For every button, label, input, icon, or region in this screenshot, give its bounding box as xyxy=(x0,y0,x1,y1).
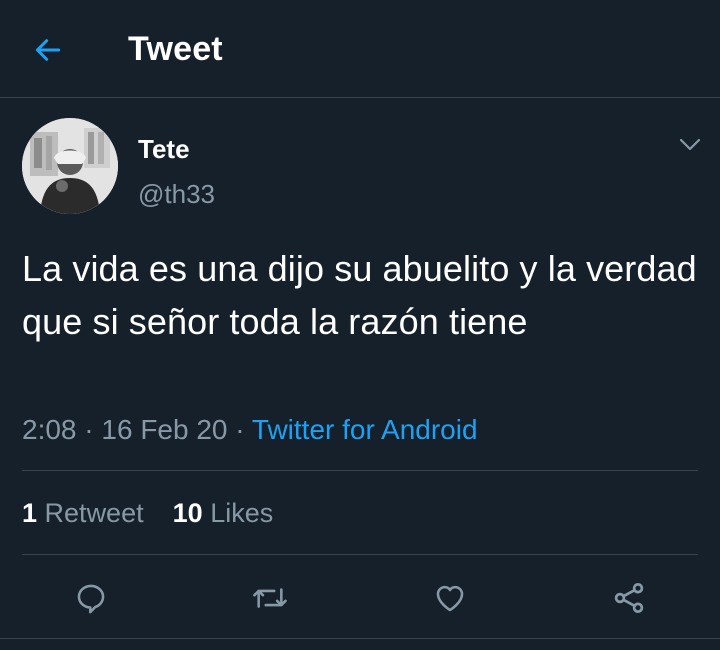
tweet-source-link[interactable]: Twitter for Android xyxy=(252,414,478,445)
divider xyxy=(0,638,720,639)
divider xyxy=(22,470,698,471)
tweet-date: 16 Feb 20 xyxy=(101,414,228,445)
likes-label: Likes xyxy=(210,498,274,528)
reply-button[interactable] xyxy=(69,576,113,620)
retweets-label: Retweet xyxy=(44,498,144,528)
heart-icon xyxy=(436,585,464,612)
tweet-menu-button[interactable] xyxy=(672,130,708,160)
likes-count: 10 xyxy=(172,498,203,528)
likes-stat[interactable]: 10 Likes xyxy=(173,498,274,528)
share-icon xyxy=(614,583,644,613)
meta-separator: · xyxy=(84,414,94,445)
share-button[interactable] xyxy=(607,576,651,620)
back-button[interactable] xyxy=(22,26,74,74)
arrow-left-icon xyxy=(35,39,61,61)
tweet-meta: 2:08 · 16 Feb 20 · Twitter for Android xyxy=(22,414,478,446)
avatar[interactable] xyxy=(22,118,118,214)
retweets-stat[interactable]: 1 Retweet xyxy=(22,498,144,528)
tweet-text: La vida es una dijo su abuelito y la ver… xyxy=(22,248,697,342)
retweets-count: 1 xyxy=(22,498,38,528)
divider xyxy=(22,554,698,555)
page-title: Tweet xyxy=(128,30,223,68)
retweet-icon xyxy=(253,588,287,608)
chevron-down-icon xyxy=(679,138,701,151)
author-name[interactable]: Tete xyxy=(138,134,190,165)
author-handle[interactable]: @th33 xyxy=(138,179,215,210)
meta-separator: · xyxy=(235,414,245,445)
like-button[interactable] xyxy=(428,576,472,620)
retweet-button[interactable] xyxy=(248,576,292,620)
reply-icon xyxy=(77,584,105,614)
top-bar: Tweet xyxy=(0,0,720,98)
tweet-stats: 1 Retweet 10 Likes xyxy=(22,498,273,529)
action-bar xyxy=(0,568,720,626)
tweet-time: 2:08 xyxy=(22,414,77,445)
